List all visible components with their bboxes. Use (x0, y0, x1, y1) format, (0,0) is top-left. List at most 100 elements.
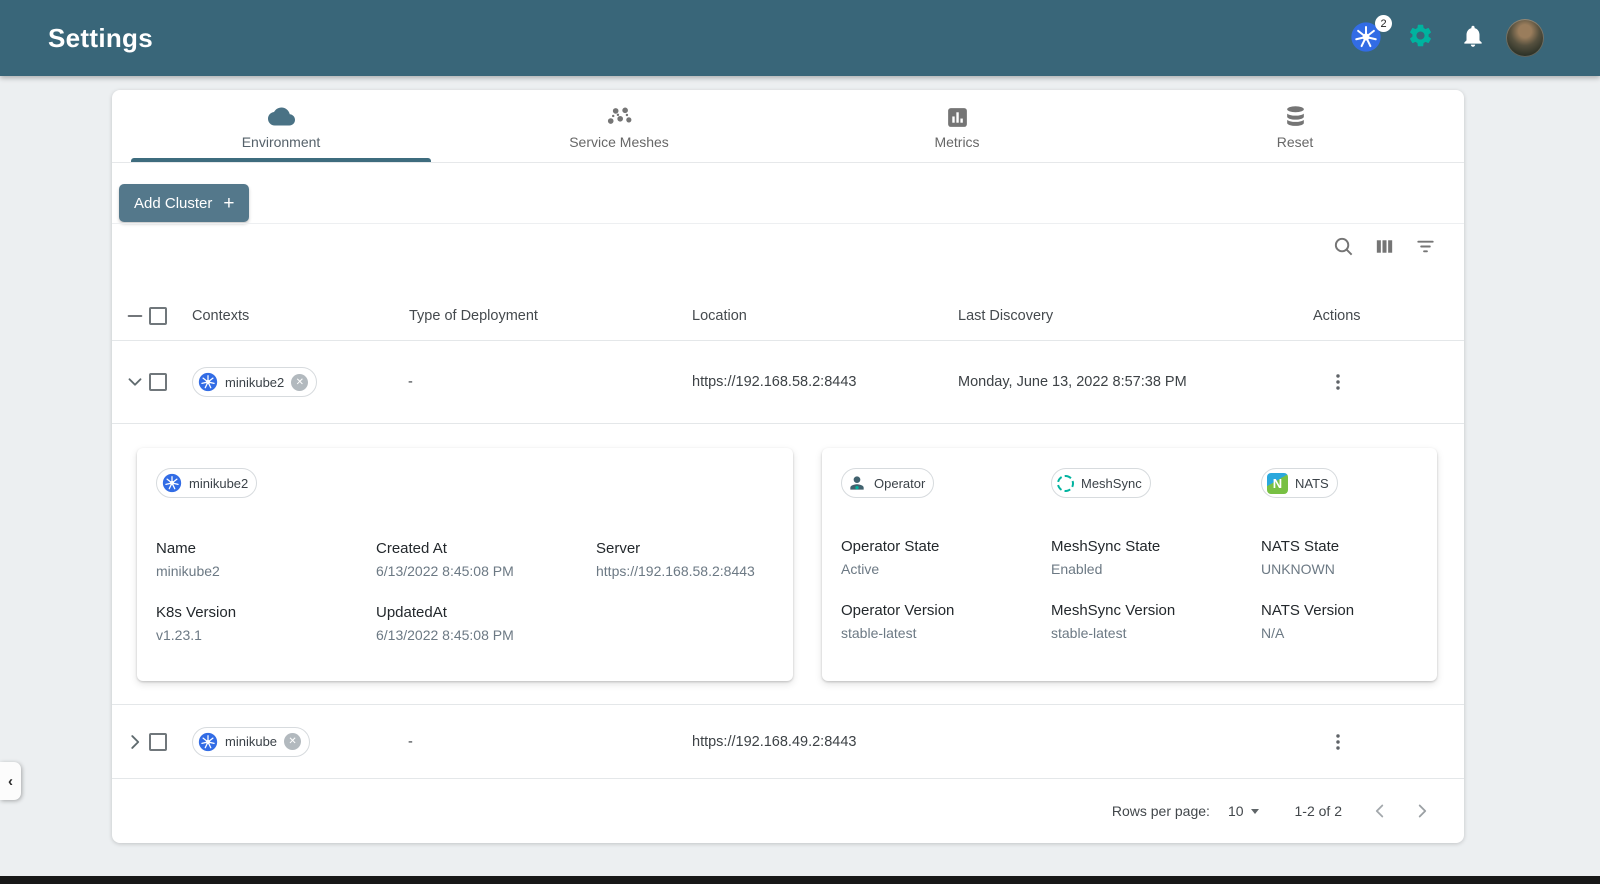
context-count-badge: 2 (1375, 15, 1392, 32)
tab-metrics[interactable]: Metrics (788, 90, 1126, 162)
column-header-actions: Actions (1313, 307, 1361, 324)
select-all-checkbox[interactable] (149, 306, 167, 325)
kubernetes-context-button[interactable]: 2 (1347, 15, 1392, 58)
field-label: Operator State (841, 538, 940, 555)
search-icon[interactable] (1330, 233, 1356, 259)
sidebar-expand-button[interactable]: ‹ (0, 762, 21, 800)
deployment-type-cell: - (408, 733, 413, 750)
field-nats-version: NATS Version N/A (1261, 602, 1418, 641)
user-avatar[interactable] (1506, 19, 1544, 57)
field-label: Operator Version (841, 602, 955, 619)
rows-per-page-value: 10 (1227, 803, 1244, 819)
field-label: MeshSync Version (1051, 602, 1176, 619)
row-expanded-panel: minikube2 Name minikube2 Created At 6/13… (112, 424, 1464, 705)
cloud-icon (267, 103, 295, 130)
settings-tabbar: Environment Service Meshes Metrics Reset (112, 90, 1464, 163)
bottom-edge-bar (0, 876, 1600, 884)
chip-label: Operator (874, 475, 926, 491)
field-k8s-version: K8s Version v1.23.1 (156, 604, 376, 643)
kubernetes-icon: 2 (1350, 15, 1392, 55)
last-discovery-cell: Monday, June 13, 2022 8:57:38 PM (958, 374, 1187, 390)
row-checkbox[interactable] (149, 373, 167, 391)
add-cluster-label: Add Cluster (134, 194, 213, 212)
settings-gear-button[interactable] (1400, 18, 1440, 58)
field-created-at: Created At 6/13/2022 8:45:08 PM (376, 540, 596, 579)
chip-delete-icon[interactable]: ✕ (284, 733, 302, 750)
rows-per-page-label: Rows per page: (1111, 803, 1210, 819)
field-value: v1.23.1 (156, 627, 202, 643)
row-actions-menu-icon[interactable] (1325, 369, 1351, 395)
bell-icon (1460, 23, 1486, 54)
tab-label: Metrics (934, 133, 980, 150)
chip-delete-icon[interactable]: ✕ (291, 373, 309, 391)
field-label: MeshSync State (1051, 538, 1161, 555)
tab-service-meshes[interactable]: Service Meshes (450, 90, 788, 162)
operator-person-icon (850, 476, 864, 490)
field-value: stable-latest (1051, 625, 1127, 641)
row-checkbox[interactable] (149, 732, 167, 751)
toolbar-divider (112, 223, 1464, 224)
view-columns-icon[interactable] (1371, 233, 1397, 259)
collapse-row-button[interactable] (122, 369, 148, 395)
add-cluster-button[interactable]: Add Cluster + (119, 184, 250, 222)
meshsync-icon (1057, 474, 1074, 492)
field-server: Server https://192.168.58.2:8443 (596, 540, 774, 579)
expand-row-button[interactable] (122, 729, 148, 755)
table-row: minikube2 ✕ - https://192.168.58.2:8443 … (112, 341, 1464, 424)
pagination-bar: Rows per page: 10 1-2 of 2 (112, 779, 1464, 843)
kubernetes-icon (162, 473, 182, 493)
appbar-icons: 2 (1347, 0, 1544, 76)
previous-page-button[interactable] (1366, 797, 1394, 825)
field-meshsync-version: MeshSync Version stable-latest (1051, 602, 1261, 641)
column-header-location: Location (692, 307, 747, 324)
field-operator-state: Operator State Active (841, 538, 1051, 577)
column-header-deployment: Type of Deployment (409, 307, 538, 324)
tab-label: Service Meshes (569, 133, 669, 150)
field-value: N/A (1261, 625, 1285, 641)
field-value: 6/13/2022 8:45:08 PM (376, 627, 514, 643)
next-page-button[interactable] (1408, 797, 1436, 825)
deployment-type-cell: - (408, 374, 413, 390)
field-value: Active (841, 561, 880, 577)
kubernetes-icon (198, 372, 218, 392)
tab-reset[interactable]: Reset (1126, 90, 1464, 162)
context-chip[interactable]: minikube ✕ (192, 726, 311, 757)
chevron-left-icon: ‹ (8, 772, 13, 790)
field-label: K8s Version (156, 604, 237, 621)
cluster-chip: minikube2 (156, 468, 258, 498)
table-toolbar (1330, 233, 1438, 259)
chip-label: NATS (1295, 475, 1329, 491)
field-label: NATS Version (1261, 602, 1355, 619)
caret-down-icon (1250, 808, 1259, 814)
column-header-contexts: Contexts (192, 307, 250, 324)
chevron-left-icon (1375, 804, 1384, 818)
field-operator-version: Operator Version stable-latest (841, 602, 1051, 641)
chip-label: minikube2 (225, 374, 285, 390)
cluster-detail-card: minikube2 Name minikube2 Created At 6/13… (137, 448, 793, 681)
field-value: minikube2 (156, 563, 220, 579)
chip-label: MeshSync (1081, 475, 1142, 491)
kubernetes-icon (198, 732, 218, 751)
plus-icon: + (223, 192, 235, 214)
filter-icon[interactable] (1412, 233, 1438, 259)
table-row: minikube ✕ - https://192.168.49.2:8443 (112, 705, 1464, 779)
operator-detail-card: Operator MeshSync N NATS Operator State … (822, 448, 1437, 681)
field-name: Name minikube2 (156, 540, 376, 579)
field-nats-state: NATS State UNKNOWN (1261, 538, 1418, 577)
field-label: NATS State (1261, 538, 1340, 555)
chevron-right-icon (1418, 804, 1427, 818)
chip-label: minikube2 (189, 475, 249, 491)
rows-per-page-select[interactable]: 10 (1228, 803, 1259, 819)
app-bar: Settings 2 (0, 0, 1600, 76)
collapse-all-icon[interactable] (122, 303, 148, 329)
metrics-chart-icon (945, 103, 970, 130)
field-value: UNKNOWN (1261, 561, 1335, 577)
tab-label: Environment (241, 133, 321, 150)
field-label: UpdatedAt (376, 604, 447, 621)
tab-environment[interactable]: Environment (112, 90, 450, 162)
pagination-range: 1-2 of 2 (1294, 803, 1342, 819)
context-chip[interactable]: minikube2 ✕ (192, 367, 318, 397)
notifications-button[interactable] (1453, 18, 1493, 58)
row-actions-menu-icon[interactable] (1325, 729, 1351, 755)
meshsync-chip: MeshSync (1051, 468, 1151, 498)
